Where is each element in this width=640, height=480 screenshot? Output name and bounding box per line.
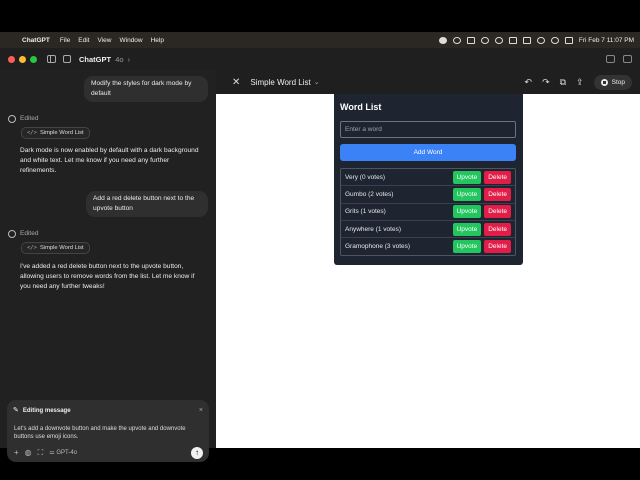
delete-button[interactable]: Delete [484,222,511,236]
chatgpt-logo-icon [8,115,16,123]
share-icon[interactable]: ⇪ [576,77,584,88]
user-message[interactable]: Modify the styles for dark mode by defau… [84,76,208,102]
chat-pane: Modify the styles for dark mode by defau… [0,70,216,462]
record-icon[interactable] [438,36,447,44]
list-item: Anywhere (1 votes) Upvote Delete [341,221,515,239]
list-item: Very (0 votes) Upvote Delete [341,169,515,187]
code-icon: </> [27,130,37,136]
sidebar-toggle-icon[interactable] [47,55,56,63]
canvas-doc-chip[interactable]: </> Simple Word List [21,127,90,139]
composer-toolbar: + ◍ ⛶ ⚌ GPT-4o ↑ [14,447,203,459]
menu-view[interactable]: View [98,37,112,44]
stop-button[interactable]: Stop [593,74,632,90]
word-input[interactable]: Enter a word [340,121,516,138]
close-window-button[interactable] [8,55,15,63]
editing-header: ✎ Editing message × [13,405,203,417]
chatgpt-logo-icon [8,230,16,238]
canvas-pane: ✕ Simple Word List ⌄ ↶ ↷ ⧉ ⇪ Stop Word L… [216,70,640,448]
code-icon: </> [27,245,37,251]
model-selector[interactable]: ChatGPT 4o › [79,55,130,64]
menu-window[interactable]: Window [119,37,142,44]
app-window: ChatGPT 4o › Modify the styles for dark … [0,48,640,462]
chatgpt-menu-icon[interactable] [494,36,503,44]
add-word-button[interactable]: Add Word [340,144,516,161]
user-message[interactable]: Add a red delete button next to the upvo… [86,191,208,217]
word-list-app: Word List Enter a word Add Word Very (0 … [334,94,523,265]
status-icon[interactable] [452,36,461,44]
minimize-window-button[interactable] [19,55,26,63]
play-icon[interactable] [508,36,517,44]
control-center-icon[interactable] [564,36,573,44]
upvote-button[interactable]: Upvote [452,222,482,236]
edited-label: Edited [20,115,39,122]
battery-icon[interactable] [522,36,531,44]
chevron-down-icon[interactable]: ⌄ [314,78,320,86]
canvas-toolbar: ✕ Simple Word List ⌄ ↶ ↷ ⧉ ⇪ Stop [216,70,640,94]
assistant-reply: Dark mode is now enabled by default with… [20,147,199,174]
list-item: Grits (1 votes) Upvote Delete [341,204,515,221]
edited-indicator: Edited [8,114,38,124]
redo-icon[interactable]: ↷ [542,77,550,88]
canvas-doc-chip[interactable]: </> Simple Word List [21,242,90,254]
window-icon[interactable] [623,55,632,63]
doc-chip-label: Simple Word List [39,245,84,251]
circle-status-icon[interactable] [480,36,489,44]
word-label: Very (0 votes) [345,173,386,181]
pencil-icon: ✎ [13,407,19,414]
menu-help[interactable]: Help [151,37,164,44]
editing-label: Editing message [22,408,71,414]
doc-chip-label: Simple Word List [39,130,84,136]
word-label: Anywhere (1 votes) [345,225,401,233]
apple-icon[interactable] [6,36,14,44]
close-editing-icon[interactable]: × [199,406,203,416]
new-chat-icon[interactable] [63,55,71,63]
upvote-button[interactable]: Upvote [452,170,482,184]
list-item: Gramophone (3 votes) Upvote Delete [341,238,515,255]
model-name-label: ChatGPT [79,54,112,64]
copy-icon[interactable]: ⧉ [560,77,566,88]
word-label: Gramophone (3 votes) [345,243,411,251]
model-picker-label: GPT-4o [56,450,77,456]
compose-icon[interactable] [606,55,615,63]
canvas-title[interactable]: Simple Word List [250,78,310,87]
edited-label: Edited [20,230,39,237]
send-button[interactable]: ↑ [191,447,203,459]
word-label: Gumbo (2 votes) [345,190,394,198]
upvote-button[interactable]: Upvote [452,205,482,219]
chevron-right-icon: › [127,54,131,64]
macos-menu-bar: ChatGPT File Edit View Window Help Fri F… [0,32,640,48]
search-icon[interactable] [550,36,559,44]
stop-icon [600,78,608,86]
zoom-window-button[interactable] [30,55,37,63]
wifi-icon[interactable] [536,36,545,44]
assistant-reply: I've added a red delete button next to t… [20,263,195,290]
edited-indicator: Edited [8,229,38,239]
list-item: Gumbo (2 votes) Upvote Delete [341,186,515,204]
window-titlebar: ChatGPT 4o › [0,48,640,70]
word-label: Grits (1 votes) [345,208,386,216]
delete-button[interactable]: Delete [484,240,511,254]
extension-icon[interactable] [466,36,475,44]
delete-button[interactable]: Delete [484,170,511,184]
undo-icon[interactable]: ↶ [525,77,533,88]
menu-app-name[interactable]: ChatGPT [22,37,50,44]
delete-button[interactable]: Delete [484,205,511,219]
close-canvas-icon[interactable]: ✕ [232,77,240,88]
word-list: Very (0 votes) Upvote Delete Gumbo (2 vo… [340,168,516,257]
message-input[interactable]: Let's add a downvote button and make the… [14,425,202,441]
plus-icon[interactable]: + [14,449,19,457]
delete-button[interactable]: Delete [484,187,511,201]
upvote-button[interactable]: Upvote [452,187,482,201]
model-picker[interactable]: ⚌ GPT-4o [49,448,77,458]
menubar-clock[interactable]: Fri Feb 7 11:07 PM [579,37,634,44]
screenshot-icon[interactable]: ⛶ [38,449,44,457]
word-list-title: Word List [340,102,382,112]
upvote-button[interactable]: Upvote [452,240,482,254]
menu-edit[interactable]: Edit [78,37,89,44]
stop-label: Stop [611,78,625,86]
globe-icon[interactable]: ◍ [25,449,32,457]
model-version-label: 4o [115,54,124,64]
editing-message-composer: ✎ Editing message × Let's add a downvote… [7,400,209,462]
menu-file[interactable]: File [60,37,70,44]
